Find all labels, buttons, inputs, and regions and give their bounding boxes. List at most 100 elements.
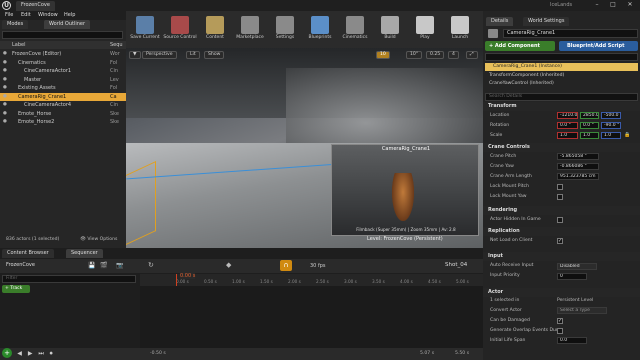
outliner-row[interactable]: ● CineCameraActor1 Cin [0, 67, 126, 75]
outliner-row[interactable]: ● CineCameraActor4 Cin [0, 101, 126, 109]
section-rendering[interactable]: Rendering [483, 206, 640, 215]
visibility-eye-icon[interactable]: ● [3, 110, 7, 118]
outliner-item-type: Cin [110, 68, 119, 74]
instance-row[interactable]: CameraRig_Crane1 (Instance) [485, 63, 638, 71]
visibility-eye-icon[interactable]: ● [3, 76, 7, 84]
rotation-y[interactable]: 0.0 ° [580, 122, 599, 129]
tab-content-browser[interactable]: Content Browser [2, 249, 54, 258]
tab-sequencer[interactable]: Sequencer [66, 249, 103, 258]
rotation-x[interactable]: 0.0 ° [557, 122, 578, 129]
component-transform[interactable]: TransformComponent (Inherited) [489, 73, 564, 78]
menu-edit[interactable]: Edit [21, 12, 31, 18]
sequencer-filter-input[interactable]: Filter [2, 275, 136, 283]
location-x[interactable]: -1210.0 [557, 112, 578, 119]
menu-file[interactable]: File [5, 12, 13, 18]
lock-mount-yaw-checkbox[interactable] [557, 194, 563, 200]
show-button[interactable]: Show [204, 51, 225, 59]
scale-z[interactable]: 1.0 [601, 132, 621, 139]
auto-receive-dropdown[interactable]: Disabled [557, 263, 597, 270]
tab-details[interactable]: Details [486, 17, 514, 26]
component-crane-yaw[interactable]: CraneYawControl (Inherited) [489, 81, 554, 86]
visibility-eye-icon[interactable]: ● [3, 50, 7, 58]
outliner-row[interactable]: ● Emote_Horse Ske [0, 110, 126, 118]
crane-pitch-field[interactable]: -5.865058 ° [557, 153, 599, 160]
ruler-tick-label: 5.00 s [456, 279, 469, 284]
camera-icon[interactable]: 📷 [116, 262, 123, 269]
section-transform[interactable]: Transform [483, 102, 640, 111]
scale-x[interactable]: 1.0 [557, 132, 578, 139]
tab-modes[interactable]: Modes [2, 20, 29, 29]
lock-icon[interactable]: 🔒 [624, 132, 630, 138]
section-actor[interactable]: Actor [483, 288, 640, 297]
viewport[interactable]: ▼ Perspective Lit Show 10 10° 0.25 4 ⤢ C… [126, 48, 483, 248]
initial-life-span-field[interactable]: 0.0 [557, 337, 587, 344]
menu-window[interactable]: Window [38, 12, 58, 18]
convert-actor-dropdown[interactable]: Select a Type [557, 307, 607, 314]
location-y[interactable]: 2850.0 [580, 112, 599, 119]
actor-hidden-checkbox[interactable] [557, 217, 563, 223]
close-button[interactable]: ✕ [622, 1, 638, 10]
outliner-row[interactable]: ● CameraRig_Crane1 Ca [0, 92, 126, 101]
add-component-button[interactable]: + Add Component [485, 41, 555, 51]
perspective-button[interactable]: Perspective [142, 51, 177, 59]
visibility-eye-icon[interactable]: ● [3, 67, 7, 75]
add-track-button[interactable]: + Track [2, 285, 30, 293]
minimize-button[interactable]: – [590, 1, 604, 10]
visibility-eye-icon[interactable]: ● [3, 118, 7, 126]
visibility-eye-icon[interactable]: ● [3, 84, 7, 92]
tab-world-settings[interactable]: World Settings [523, 17, 570, 26]
loop-icon[interactable]: ↻ [148, 261, 154, 269]
transport-controls[interactable]: ⏮ ◀ ▶ ⏭ ⏺ [6, 350, 55, 358]
outliner-row[interactable]: ● Existing Assets Fol [0, 84, 126, 92]
viewport-menu-button[interactable]: ▼ [129, 51, 141, 59]
camera-speed-button[interactable]: 4 [448, 51, 459, 59]
outliner-row[interactable]: ● Cinematics Fol [0, 59, 126, 67]
rotation-snap-button[interactable]: 10° [406, 51, 423, 59]
snap-magnet-icon[interactable]: ∩ [280, 260, 292, 271]
visibility-eye-icon[interactable]: ● [3, 59, 7, 67]
convert-actor-label: Convert Actor [490, 308, 522, 313]
maximize-viewport-button[interactable]: ⤢ [466, 51, 478, 59]
toolbar-button-label: Play [420, 35, 430, 40]
outliner-row[interactable]: ● FrozenCove (Editor) Wor [0, 50, 126, 58]
input-priority-field[interactable]: 0 [557, 273, 587, 280]
key-icon[interactable]: ◆ [226, 261, 231, 269]
visibility-eye-icon[interactable]: ● [3, 93, 7, 101]
lit-button[interactable]: Lit [186, 51, 200, 59]
section-replication[interactable]: Replication [483, 227, 640, 236]
lock-mount-pitch-checkbox[interactable] [557, 184, 563, 190]
scale-y[interactable]: 1.0 [580, 132, 599, 139]
net-load-checkbox[interactable]: ✓ [557, 238, 563, 244]
visibility-eye-icon[interactable]: ● [3, 101, 7, 109]
save-sequence-icon[interactable]: 💾 [88, 262, 95, 269]
overlap-events-checkbox[interactable] [557, 328, 563, 334]
level-tab[interactable]: FrozenCove [16, 1, 55, 11]
sequence-dropdown[interactable]: FrozenCove [6, 262, 35, 268]
menu-help[interactable]: Help [64, 12, 75, 18]
render-movie-icon[interactable]: 🎬 [100, 262, 107, 269]
outliner-row[interactable]: ● Master Lev [0, 76, 126, 84]
maximize-button[interactable]: □ [606, 1, 620, 10]
col-label[interactable]: Label [12, 42, 26, 48]
crane-yaw-field[interactable]: -0.866086 ° [557, 163, 599, 170]
tab-world-outliner[interactable]: World Outliner [44, 20, 91, 29]
section-input[interactable]: Input [483, 252, 640, 261]
component-search-input[interactable] [485, 53, 638, 61]
crane-arm-field[interactable]: 951.323785 cm [557, 173, 599, 180]
scale-snap-button[interactable]: 0.25 [426, 51, 445, 59]
location-z[interactable]: -500.0 [601, 112, 621, 119]
can-be-damaged-checkbox[interactable]: ✓ [557, 318, 563, 324]
actor-name-field[interactable]: CameraRig_Crane1 [503, 29, 638, 38]
grid-snap-button[interactable]: 10 [376, 51, 390, 59]
section-crane-controls[interactable]: Crane Controls [483, 143, 640, 152]
source-control-status-icon[interactable]: + [2, 348, 12, 358]
outliner-row[interactable]: ● Emote_Horse2 Ske [0, 118, 126, 126]
col-type[interactable]: Sequ [110, 42, 123, 48]
rotation-z[interactable]: -90.0 ° [601, 122, 621, 129]
fps-dropdown[interactable]: 30 fps [310, 263, 326, 269]
time-cursor-label[interactable]: 0.00 s [180, 273, 196, 279]
blueprint-script-button[interactable]: Blueprint/Add Script [559, 41, 638, 51]
outliner-search-input[interactable] [2, 31, 123, 39]
view-options-button[interactable]: 👁 View Options [80, 237, 117, 242]
details-search-input[interactable]: Search Details [485, 93, 638, 101]
